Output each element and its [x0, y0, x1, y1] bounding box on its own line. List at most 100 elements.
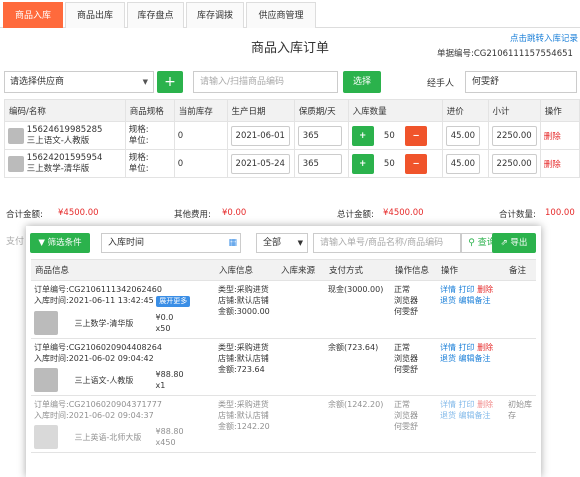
source-cell — [277, 338, 325, 396]
tab-stock-in[interactable]: 商品入库 — [3, 2, 63, 28]
records-search-input[interactable]: 请输入单号/商品名称/商品编码 — [313, 233, 461, 253]
payment-cell: 余额(1242.20) — [325, 395, 391, 453]
operation-info-cell: 正常 浏览器 何雯舒 — [391, 280, 437, 339]
expand-more-button[interactable]: 展开更多 — [156, 296, 191, 307]
code-name-cell: 15624201595954 三上数学-清华版 — [4, 149, 126, 178]
payment-cell: 余额(723.64) — [325, 338, 391, 396]
delete-link[interactable]: 删除 — [477, 400, 493, 409]
col-operation-info: 操作信息 — [391, 259, 437, 281]
filter-button[interactable]: ▼ 筛选条件 — [30, 233, 90, 253]
quantity-value[interactable]: 50 — [376, 159, 402, 169]
product-thumbnail — [34, 311, 58, 335]
return-link[interactable]: 退货 — [440, 296, 456, 305]
spec-cell: 规格: 单位: — [124, 149, 175, 178]
details-link[interactable]: 详情 — [440, 343, 456, 352]
delete-link[interactable]: 删除 — [539, 121, 580, 150]
records-header-row: 商品信息 入库信息 入库来源 支付方式 操作信息 操作 备注 — [31, 259, 536, 281]
tab-stock-out[interactable]: 商品出库 — [65, 2, 125, 28]
tab-bar: 商品入库 商品出库 库存盘点 库存调拨 供应商管理 — [0, 0, 580, 28]
col-spec: 商品规格 — [124, 99, 175, 122]
col-price: 进价 — [441, 99, 489, 122]
tab-stock-transfer[interactable]: 库存调拨 — [186, 2, 244, 28]
return-link[interactable]: 退货 — [440, 411, 456, 420]
col-actions: 操作 — [437, 259, 505, 281]
price-cell[interactable]: 45.00 — [441, 149, 489, 178]
date-cell[interactable]: 2021-05-24 — [226, 149, 295, 178]
col-stock: 当前库存 — [173, 99, 228, 122]
handler-input[interactable]: 何雯舒 — [465, 71, 577, 93]
tab-supplier-management[interactable]: 供应商管理 — [246, 2, 316, 28]
edit-note-link[interactable]: 编辑备注 — [459, 411, 491, 420]
choose-button[interactable]: 选择 — [343, 71, 381, 93]
status-select[interactable]: 全部 ▼ — [256, 233, 308, 253]
record-row: 订单编号:CG2106020904371777 入库时间:2021-06-02 … — [31, 395, 536, 453]
col-subtotal: 小计 — [487, 99, 541, 122]
quantity-total-label: 合计数量: — [499, 210, 536, 220]
table-row: 15624201595954 三上数学-清华版 规格: 单位: 0 2021-05-… — [4, 149, 580, 178]
edit-note-link[interactable]: 编辑备注 — [459, 354, 491, 363]
supplier-select[interactable]: 请选择供应商 ▼ — [4, 71, 154, 93]
product-thumbnail — [34, 368, 58, 392]
col-operation: 操作 — [539, 99, 580, 122]
grand-total-value: ¥4500.00 — [383, 208, 424, 218]
code-name-cell: 15624619985285 三上语文-人教版 — [4, 121, 126, 150]
sum-value: ¥4500.00 — [58, 208, 99, 218]
product-thumbnail — [34, 425, 58, 449]
tab-inventory-check[interactable]: 库存盘点 — [127, 2, 184, 28]
handler-label: 经手人 — [427, 79, 455, 89]
col-code-name: 编码/名称 — [4, 99, 126, 122]
export-icon: ⇗ — [500, 238, 508, 248]
add-supplier-button[interactable]: + — [157, 71, 183, 93]
edit-note-link[interactable]: 编辑备注 — [459, 296, 491, 305]
product-thumbnail — [8, 127, 24, 144]
chevron-down-icon: ▼ — [142, 78, 148, 86]
print-link[interactable]: 打印 — [459, 400, 475, 409]
product-thumbnail — [8, 155, 24, 172]
note-cell — [505, 338, 536, 396]
decrease-button[interactable]: − — [405, 125, 428, 146]
actions-cell: 详情 打印 删除 退货 编辑备注 — [437, 280, 505, 339]
table-header-row: 编码/名称 商品规格 当前库存 生产日期 保质期/天 入库数量 进价 小计 操作 — [4, 99, 580, 122]
quantity-value[interactable]: 50 — [376, 131, 402, 141]
print-link[interactable]: 打印 — [459, 285, 475, 294]
filter-icon: ▼ — [38, 238, 45, 248]
other-fee-value: ¥0.00 — [222, 208, 247, 218]
delete-link[interactable]: 删除 — [539, 149, 580, 178]
details-link[interactable]: 详情 — [440, 285, 456, 294]
product-info-cell: 订单编号:CG2106020904371777 入库时间:2021-06-02 … — [31, 395, 215, 453]
col-shelf-life: 保质期/天 — [293, 99, 349, 122]
date-cell[interactable]: 2021-06-01 — [226, 121, 295, 150]
price-cell[interactable]: 45.00 — [441, 121, 489, 150]
product-info-cell: 订单编号:CG2106020904408264 入库时间:2021-06-02 … — [31, 338, 215, 396]
quantity-total-value: 100.00 — [545, 208, 575, 218]
product-table: 编码/名称 商品规格 当前库存 生产日期 保质期/天 入库数量 进价 小计 操作… — [4, 99, 580, 178]
delete-link[interactable]: 删除 — [477, 343, 493, 352]
stock-in-time-input[interactable]: 入库时间 ▦ — [101, 233, 241, 253]
increase-button[interactable]: + — [351, 153, 374, 174]
col-production-date: 生产日期 — [226, 99, 295, 122]
search-icon: ⚲ — [468, 238, 475, 248]
operation-info-cell: 正常 浏览器 何雯舒 — [391, 338, 437, 396]
shelf-life-cell[interactable]: 365 — [293, 149, 349, 178]
col-quantity: 入库数量 — [347, 99, 443, 122]
return-link[interactable]: 退货 — [440, 354, 456, 363]
subtotal-cell: 2250.00 — [487, 149, 541, 178]
export-button[interactable]: ⇗ 导出 — [492, 233, 536, 253]
shelf-life-cell[interactable]: 365 — [293, 121, 349, 150]
source-cell — [277, 280, 325, 339]
details-link[interactable]: 详情 — [440, 400, 456, 409]
scan-code-input[interactable]: 请输入/扫描商品编码 — [193, 71, 338, 93]
increase-button[interactable]: + — [351, 125, 374, 146]
print-link[interactable]: 打印 — [459, 343, 475, 352]
jump-to-records-link[interactable]: 点击跳转入库记录 — [510, 32, 578, 44]
col-stock-in-info: 入库信息 — [215, 259, 277, 281]
grand-total-label: 总计金额: — [337, 210, 374, 220]
subtotal-cell: 2250.00 — [487, 121, 541, 150]
payment-cell: 现金(3000.00) — [325, 280, 391, 339]
quantity-stepper: + 50 − — [347, 149, 443, 178]
delete-link[interactable]: 删除 — [477, 285, 493, 294]
calendar-icon[interactable]: ▦ — [228, 234, 237, 252]
operation-info-cell: 正常 浏览器 何雯舒 — [391, 395, 437, 453]
decrease-button[interactable]: − — [405, 153, 428, 174]
note-cell: 初始库存 — [505, 395, 536, 453]
